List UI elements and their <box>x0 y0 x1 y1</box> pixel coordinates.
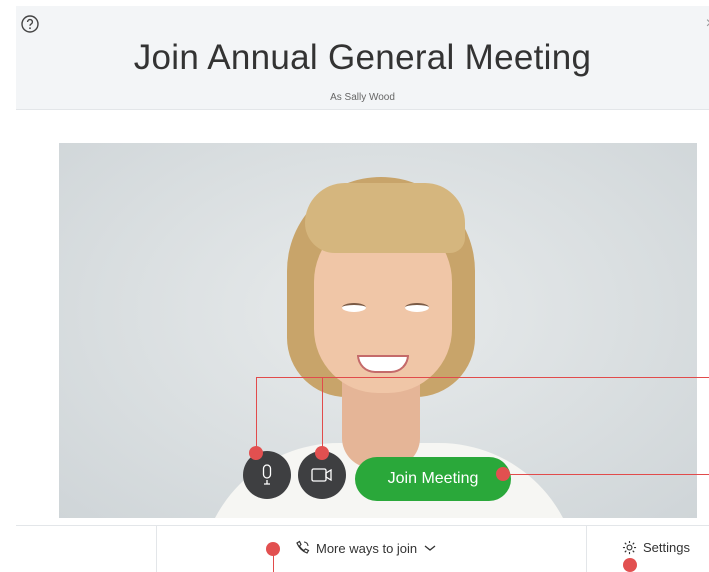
person-eye-right <box>405 303 429 312</box>
annotation-line <box>503 474 709 475</box>
video-camera-icon <box>311 468 332 482</box>
join-meeting-dialog: × Join Annual General Meeting As Sally W… <box>16 6 709 572</box>
footer-divider <box>586 526 587 572</box>
footer-divider <box>156 526 157 572</box>
more-ways-label: More ways to join <box>316 540 418 556</box>
dialog-header: × Join Annual General Meeting As Sally W… <box>16 6 709 110</box>
user-subtitle: As Sally Wood <box>330 92 395 103</box>
gear-icon <box>622 540 637 555</box>
chevron-down-icon <box>424 545 436 551</box>
mute-microphone-button[interactable] <box>243 451 291 499</box>
annotation-dot <box>496 467 510 481</box>
page-title: Join Annual General Meeting <box>133 38 592 77</box>
settings-label: Settings <box>643 540 690 555</box>
person-bangs <box>305 183 465 253</box>
close-icon[interactable]: × <box>706 16 709 32</box>
annotation-dot <box>623 558 637 572</box>
annotation-dot <box>249 446 263 460</box>
dialog-footer: More ways to join Settings <box>16 525 709 572</box>
annotation-line <box>256 377 257 453</box>
annotation-dot <box>315 446 329 460</box>
settings-button[interactable]: Settings <box>622 540 690 555</box>
join-meeting-button[interactable]: Join Meeting <box>355 457 511 501</box>
help-icon[interactable] <box>20 14 40 34</box>
annotation-line <box>256 377 709 378</box>
phone-call-icon <box>296 540 310 554</box>
video-preview: Join Meeting <box>59 143 697 518</box>
annotation-dot <box>266 542 280 556</box>
person-eye-left <box>342 303 366 312</box>
more-ways-to-join-button[interactable]: More ways to join <box>294 540 437 556</box>
microphone-icon <box>262 464 272 485</box>
annotation-line <box>322 377 323 453</box>
